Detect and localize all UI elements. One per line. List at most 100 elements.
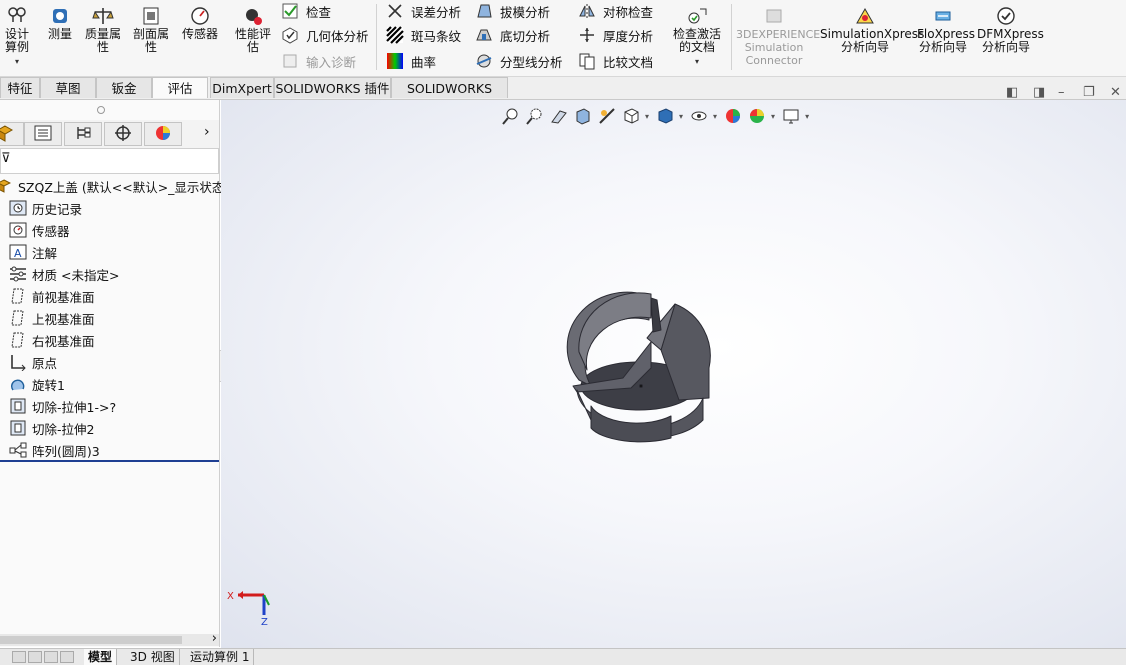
feature-manager-panel: › ⊽ SZQZ上盖 (默认<<默认>_显示状态 1> 历史记录 传感器 A 注… — [0, 100, 247, 647]
thickness-icon — [577, 26, 597, 44]
chevron-right-icon[interactable]: › — [204, 124, 210, 140]
tree-item-revolve1[interactable]: 旋转1 — [8, 373, 65, 395]
horizontal-scrollbar[interactable]: › — [0, 631, 219, 646]
curvature-button[interactable]: 曲率 — [385, 50, 436, 72]
check-button[interactable]: 检查 — [280, 0, 331, 22]
tree-item-label: 切除-拉伸2 — [32, 421, 95, 437]
parting-line-button[interactable]: 分型线分析 — [474, 50, 563, 72]
draft-analysis-button[interactable]: 拔模分析 — [474, 0, 550, 22]
tree-item-cut-extrude1[interactable]: 切除-拉伸1->? — [8, 395, 116, 417]
tree-item-right-plane[interactable]: 右视基准面 — [8, 329, 95, 351]
geometry-analysis-button[interactable]: 几何体分析 — [280, 24, 369, 46]
part-model-3d[interactable] — [561, 290, 721, 455]
hide-show-items-icon[interactable] — [689, 106, 709, 126]
chevron-down-icon[interactable]: ▾ — [645, 112, 649, 121]
plane-icon — [8, 309, 28, 327]
first-tab-icon[interactable] — [12, 651, 26, 663]
measure-button[interactable]: 测量 — [44, 6, 76, 41]
dynamic-annotation-icon[interactable] — [597, 106, 617, 126]
filter-icon[interactable]: ⊽ — [1, 151, 11, 166]
tree-filter[interactable]: ⊽ — [0, 148, 219, 174]
simulation-connector-button[interactable]: 3DEXPERIENCE Simulation Connector — [736, 6, 821, 67]
compare-documents-button[interactable]: 比较文档 — [577, 50, 653, 72]
section-view-icon[interactable] — [573, 106, 593, 126]
apply-scene-icon[interactable] — [747, 106, 767, 126]
zoom-to-fit-icon[interactable] — [501, 106, 521, 126]
tab-3d-view[interactable]: 3D 视图 — [126, 649, 180, 665]
section-properties-label: 剖面属性 — [132, 27, 169, 54]
svg-text:A: A — [14, 247, 22, 260]
chevron-down-icon[interactable]: ▾ — [695, 57, 699, 66]
thickness-analysis-button[interactable]: 厚度分析 — [577, 24, 653, 46]
tile-right-icon[interactable]: ◨ — [1033, 85, 1045, 100]
simulation-connector-label: 3DEXPERIENCE Simulation Connector — [736, 28, 821, 67]
tile-left-icon[interactable]: ◧ — [1006, 85, 1018, 100]
scroll-right-icon[interactable]: › — [212, 631, 217, 646]
import-diagnostics-button[interactable]: 输入诊断 — [280, 50, 356, 72]
undercut-analysis-button[interactable]: 底切分析 — [474, 24, 550, 46]
tab-dimxpert[interactable]: DimXpert — [210, 77, 274, 98]
zoom-area-icon[interactable] — [525, 106, 545, 126]
tab-solidworks-mbd[interactable]: SOLIDWORKS MBD — [391, 77, 508, 117]
tree-item-history[interactable]: 历史记录 — [8, 197, 82, 219]
panel-splitter-handle[interactable] — [97, 106, 105, 114]
tab-model[interactable]: 模型 — [84, 649, 118, 665]
view-settings-icon[interactable] — [781, 106, 801, 126]
mass-properties-button[interactable]: 质量属性 — [82, 6, 124, 54]
display-style-icon[interactable] — [655, 106, 675, 126]
cut-extrude-icon — [8, 397, 28, 415]
configuration-manager-tab[interactable] — [64, 122, 102, 146]
feature-manager-tab[interactable] — [0, 122, 24, 146]
graphics-area[interactable]: ▾ ▾ ▾ ▾ ▾ X Z — [221, 100, 1126, 648]
tab-sheet-metal[interactable]: 钣金 — [96, 77, 152, 98]
tree-item-label: 材质 <未指定> — [32, 267, 120, 283]
tab-features[interactable]: 特征 — [0, 77, 40, 98]
tree-item-annotations[interactable]: A 注解 — [8, 241, 57, 263]
previous-tab-icon[interactable] — [28, 651, 42, 663]
view-orientation-icon[interactable] — [621, 106, 641, 126]
design-study-button[interactable]: 设计算例 ▾ — [0, 6, 34, 68]
tree-item-material[interactable]: 材质 <未指定> — [8, 263, 119, 285]
zebra-stripes-button[interactable]: 斑马条纹 — [385, 24, 461, 46]
simulationxpress-button[interactable]: SimulationXpress 分析向导 — [820, 6, 924, 54]
chevron-down-icon[interactable]: ▾ — [679, 112, 683, 121]
floxpress-button[interactable]: FloXpress 分析向导 — [917, 6, 975, 54]
close-icon[interactable]: ✕ — [1110, 85, 1121, 100]
property-manager-tab[interactable] — [24, 122, 62, 146]
last-tab-icon[interactable] — [60, 651, 74, 663]
crosshair-icon — [114, 124, 132, 145]
tree-item-circular-pattern3[interactable]: 阵列(圆周)3 — [8, 439, 100, 461]
rollback-bar[interactable] — [0, 460, 219, 462]
sensor-button[interactable]: 传感器 — [179, 6, 221, 41]
chevron-down-icon[interactable]: ▾ — [771, 112, 775, 121]
edit-appearance-icon[interactable] — [723, 106, 743, 126]
dimxpert-manager-tab[interactable] — [104, 122, 142, 146]
tree-item-cut-extrude2[interactable]: 切除-拉伸2 — [8, 417, 94, 439]
minimize-icon[interactable]: – — [1058, 85, 1065, 100]
restore-icon[interactable]: ❐ — [1083, 85, 1095, 100]
scrollbar-thumb[interactable] — [0, 636, 182, 644]
tree-item-origin[interactable]: 原点 — [8, 351, 57, 373]
performance-eval-button[interactable]: 性能评估 — [232, 6, 274, 54]
check-active-document-button[interactable]: 检查激活的文档 ▾ — [668, 6, 726, 68]
chevron-down-icon[interactable]: ▾ — [805, 112, 809, 121]
tree-item-front-plane[interactable]: 前视基准面 — [8, 285, 95, 307]
previous-view-icon[interactable] — [549, 106, 569, 126]
bottom-tab-bar: 模型 3D 视图 运动算例 1 — [0, 648, 1126, 665]
dfmxpress-button[interactable]: DFMXpress 分析向导 — [977, 6, 1044, 54]
tab-sketch[interactable]: 草图 — [40, 77, 96, 98]
display-manager-tab[interactable] — [144, 122, 182, 146]
tree-root-part[interactable]: SZQZ上盖 (默认<<默认>_显示状态 1> — [0, 175, 247, 197]
tree-item-sensors[interactable]: 传感器 — [8, 219, 70, 241]
tree-item-label: 传感器 — [32, 223, 70, 239]
section-properties-button[interactable]: 剖面属性 — [130, 6, 172, 54]
chevron-down-icon[interactable]: ▾ — [15, 57, 19, 66]
chevron-down-icon[interactable]: ▾ — [713, 112, 717, 121]
symmetry-check-button[interactable]: 对称检查 — [577, 0, 653, 22]
tab-evaluate[interactable]: 评估 — [152, 77, 208, 98]
tab-solidworks-addins[interactable]: SOLIDWORKS 插件 — [274, 77, 391, 98]
tab-motion-study-1[interactable]: 运动算例 1 — [186, 649, 255, 665]
deviation-analysis-button[interactable]: 误差分析 — [385, 0, 461, 22]
tree-item-top-plane[interactable]: 上视基准面 — [8, 307, 95, 329]
next-tab-icon[interactable] — [44, 651, 58, 663]
